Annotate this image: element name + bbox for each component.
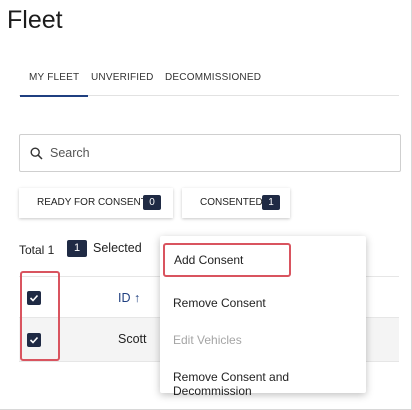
ready-for-consent-count: 0 <box>143 195 161 210</box>
search-box <box>19 134 401 172</box>
menu-item-label: Remove Consent and Decommission <box>173 370 290 398</box>
consented-count: 1 <box>262 195 280 210</box>
menu-item-label: Remove Consent <box>173 296 266 310</box>
tab-my-fleet[interactable]: MY FLEET <box>19 72 89 97</box>
ready-for-consent-label: READY FOR CONSENT <box>37 197 147 208</box>
menu-item-remove-consent-decommission[interactable]: Remove Consent and Decommission <box>160 360 366 398</box>
tab-unverified[interactable]: UNVERIFIED <box>91 72 154 83</box>
column-header-id[interactable]: ID ↑ <box>118 291 140 305</box>
ready-for-consent-filter[interactable]: READY FOR CONSENT 0 <box>19 188 173 218</box>
menu-item-remove-consent[interactable]: Remove Consent <box>160 286 366 320</box>
cell-name: Scott <box>118 332 147 346</box>
actions-context-menu: Add Consent Remove Consent Edit Vehicles… <box>160 236 366 398</box>
consented-filter[interactable]: CONSENTED 1 <box>182 188 290 218</box>
checkbox-highlight-outline <box>20 271 60 361</box>
menu-item-edit-vehicles: Edit Vehicles <box>160 323 366 357</box>
search-icon <box>30 147 43 160</box>
menu-item-label: Edit Vehicles <box>173 333 242 347</box>
tab-decommissioned[interactable]: DECOMMISSIONED <box>165 72 261 83</box>
tab-bar: MY FLEET UNVERIFIED DECOMMISSIONED <box>19 58 399 97</box>
selected-label: Selected <box>93 241 142 255</box>
window-frame: Fleet MY FLEET UNVERIFIED DECOMMISSIONED… <box>0 0 412 410</box>
menu-item-label: Add Consent <box>174 253 244 267</box>
selected-count-badge: 1 <box>67 240 87 257</box>
consented-label: CONSENTED <box>200 197 263 208</box>
page-title: Fleet <box>7 6 63 34</box>
total-count: Total 1 <box>19 243 55 257</box>
search-input[interactable] <box>50 143 380 163</box>
menu-item-add-consent[interactable]: Add Consent <box>163 243 291 277</box>
